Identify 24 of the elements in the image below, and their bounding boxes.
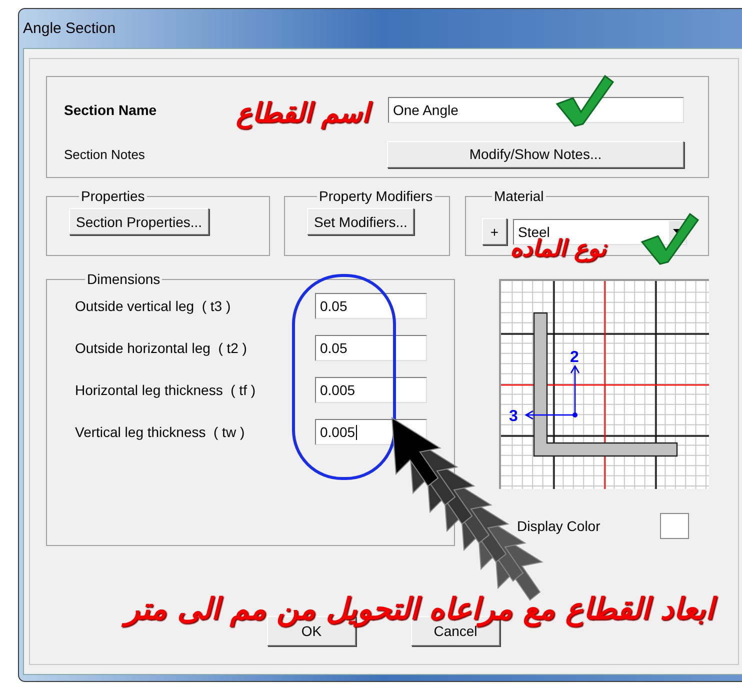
input-field[interactable]: One Angle (388, 97, 684, 123)
group-label: Material (493, 188, 545, 204)
add-button[interactable]: + (482, 218, 507, 245)
field-label: Outside horizontal leg ( t2 ) (75, 340, 248, 356)
field-label: Section Notes (64, 146, 145, 162)
group-label: Property Modifiers (318, 188, 434, 204)
field-label: Vertical leg thickness ( tw ) (75, 424, 246, 440)
window-title: Angle Section (23, 20, 116, 37)
field-label: Section Name (64, 102, 157, 118)
field-label: Display Color (517, 518, 602, 534)
axis-arrows (524, 364, 580, 420)
field-label: Horizontal leg thickness ( tf ) (75, 382, 257, 398)
input-field[interactable]: 0.05 (315, 293, 427, 319)
dialog-button[interactable]: Section Properties... (69, 208, 210, 235)
input-field[interactable]: 0.005 (315, 377, 427, 403)
group-label: Properties (80, 188, 146, 204)
group-label: Dimensions (86, 271, 162, 287)
notes-button[interactable]: Modify/Show Notes... (387, 140, 684, 168)
dialog-button[interactable]: Set Modifiers... (307, 208, 414, 235)
input-field[interactable]: 0.05 (315, 335, 427, 361)
axis-label: 3 (509, 408, 518, 425)
field-label: Outside vertical leg ( t3 ) (75, 298, 232, 314)
color-swatch[interactable] (660, 513, 689, 539)
axis-label: 2 (570, 349, 579, 366)
